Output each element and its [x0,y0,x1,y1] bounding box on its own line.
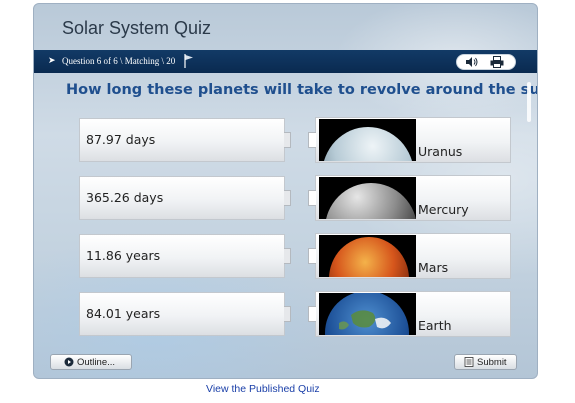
outline-label: Outline... [77,357,116,368]
target-label: Mercury [418,202,469,217]
flag-icon[interactable] [183,53,195,69]
earth-image [319,293,416,335]
answer-text: 87.97 days [86,132,156,147]
scrollbar[interactable] [527,82,531,122]
quiz-frame: Solar System Quiz ➤ Question 6 of 6 \ Ma… [33,3,538,379]
speaker-icon[interactable] [465,56,479,68]
play-circle-icon [64,357,74,367]
match-target-earth[interactable]: Earth [308,291,511,337]
mercury-image [319,177,416,219]
view-published-quiz-link[interactable]: View the Published Quiz [206,383,320,395]
answer-tile[interactable]: 365.26 days [79,176,291,220]
question-nav-bar: ➤ Question 6 of 6 \ Matching \ 20 [34,50,537,73]
target-label: Mars [418,260,449,275]
mars-image [319,235,416,277]
printer-icon[interactable] [490,56,504,68]
outline-button[interactable]: Outline... [50,354,132,370]
answer-tile[interactable]: 84.01 years [79,292,291,336]
answer-text: 84.01 years [86,306,161,321]
target-label: Earth [418,318,452,333]
connector-tab [284,306,291,322]
connector-notch [308,248,316,264]
connector-notch [308,132,316,148]
connector-tab [284,132,291,148]
connector-tab [284,248,291,264]
match-target-uranus[interactable]: Uranus [308,117,511,163]
answer-text: 365.26 days [86,190,164,205]
connector-notch [308,190,316,206]
submit-button[interactable]: Submit [454,354,517,370]
target-label: Uranus [418,144,463,159]
quiz-title: Solar System Quiz [62,18,212,38]
question-text: How long these planets will take to revo… [66,82,538,98]
submit-label: Submit [477,357,507,368]
media-tools [456,54,516,70]
connector-tab [284,190,291,206]
answer-tile[interactable]: 87.97 days [79,118,291,162]
answer-text: 11.86 years [86,248,161,263]
question-progress: Question 6 of 6 \ Matching \ 20 [62,56,176,66]
answer-tile[interactable]: 11.86 years [79,234,291,278]
arrow-right-icon[interactable]: ➤ [48,55,56,66]
match-target-mars[interactable]: Mars [308,233,511,279]
uranus-image [319,119,416,161]
connector-notch [308,306,316,322]
document-icon [464,357,474,367]
match-target-mercury[interactable]: Mercury [308,175,511,221]
